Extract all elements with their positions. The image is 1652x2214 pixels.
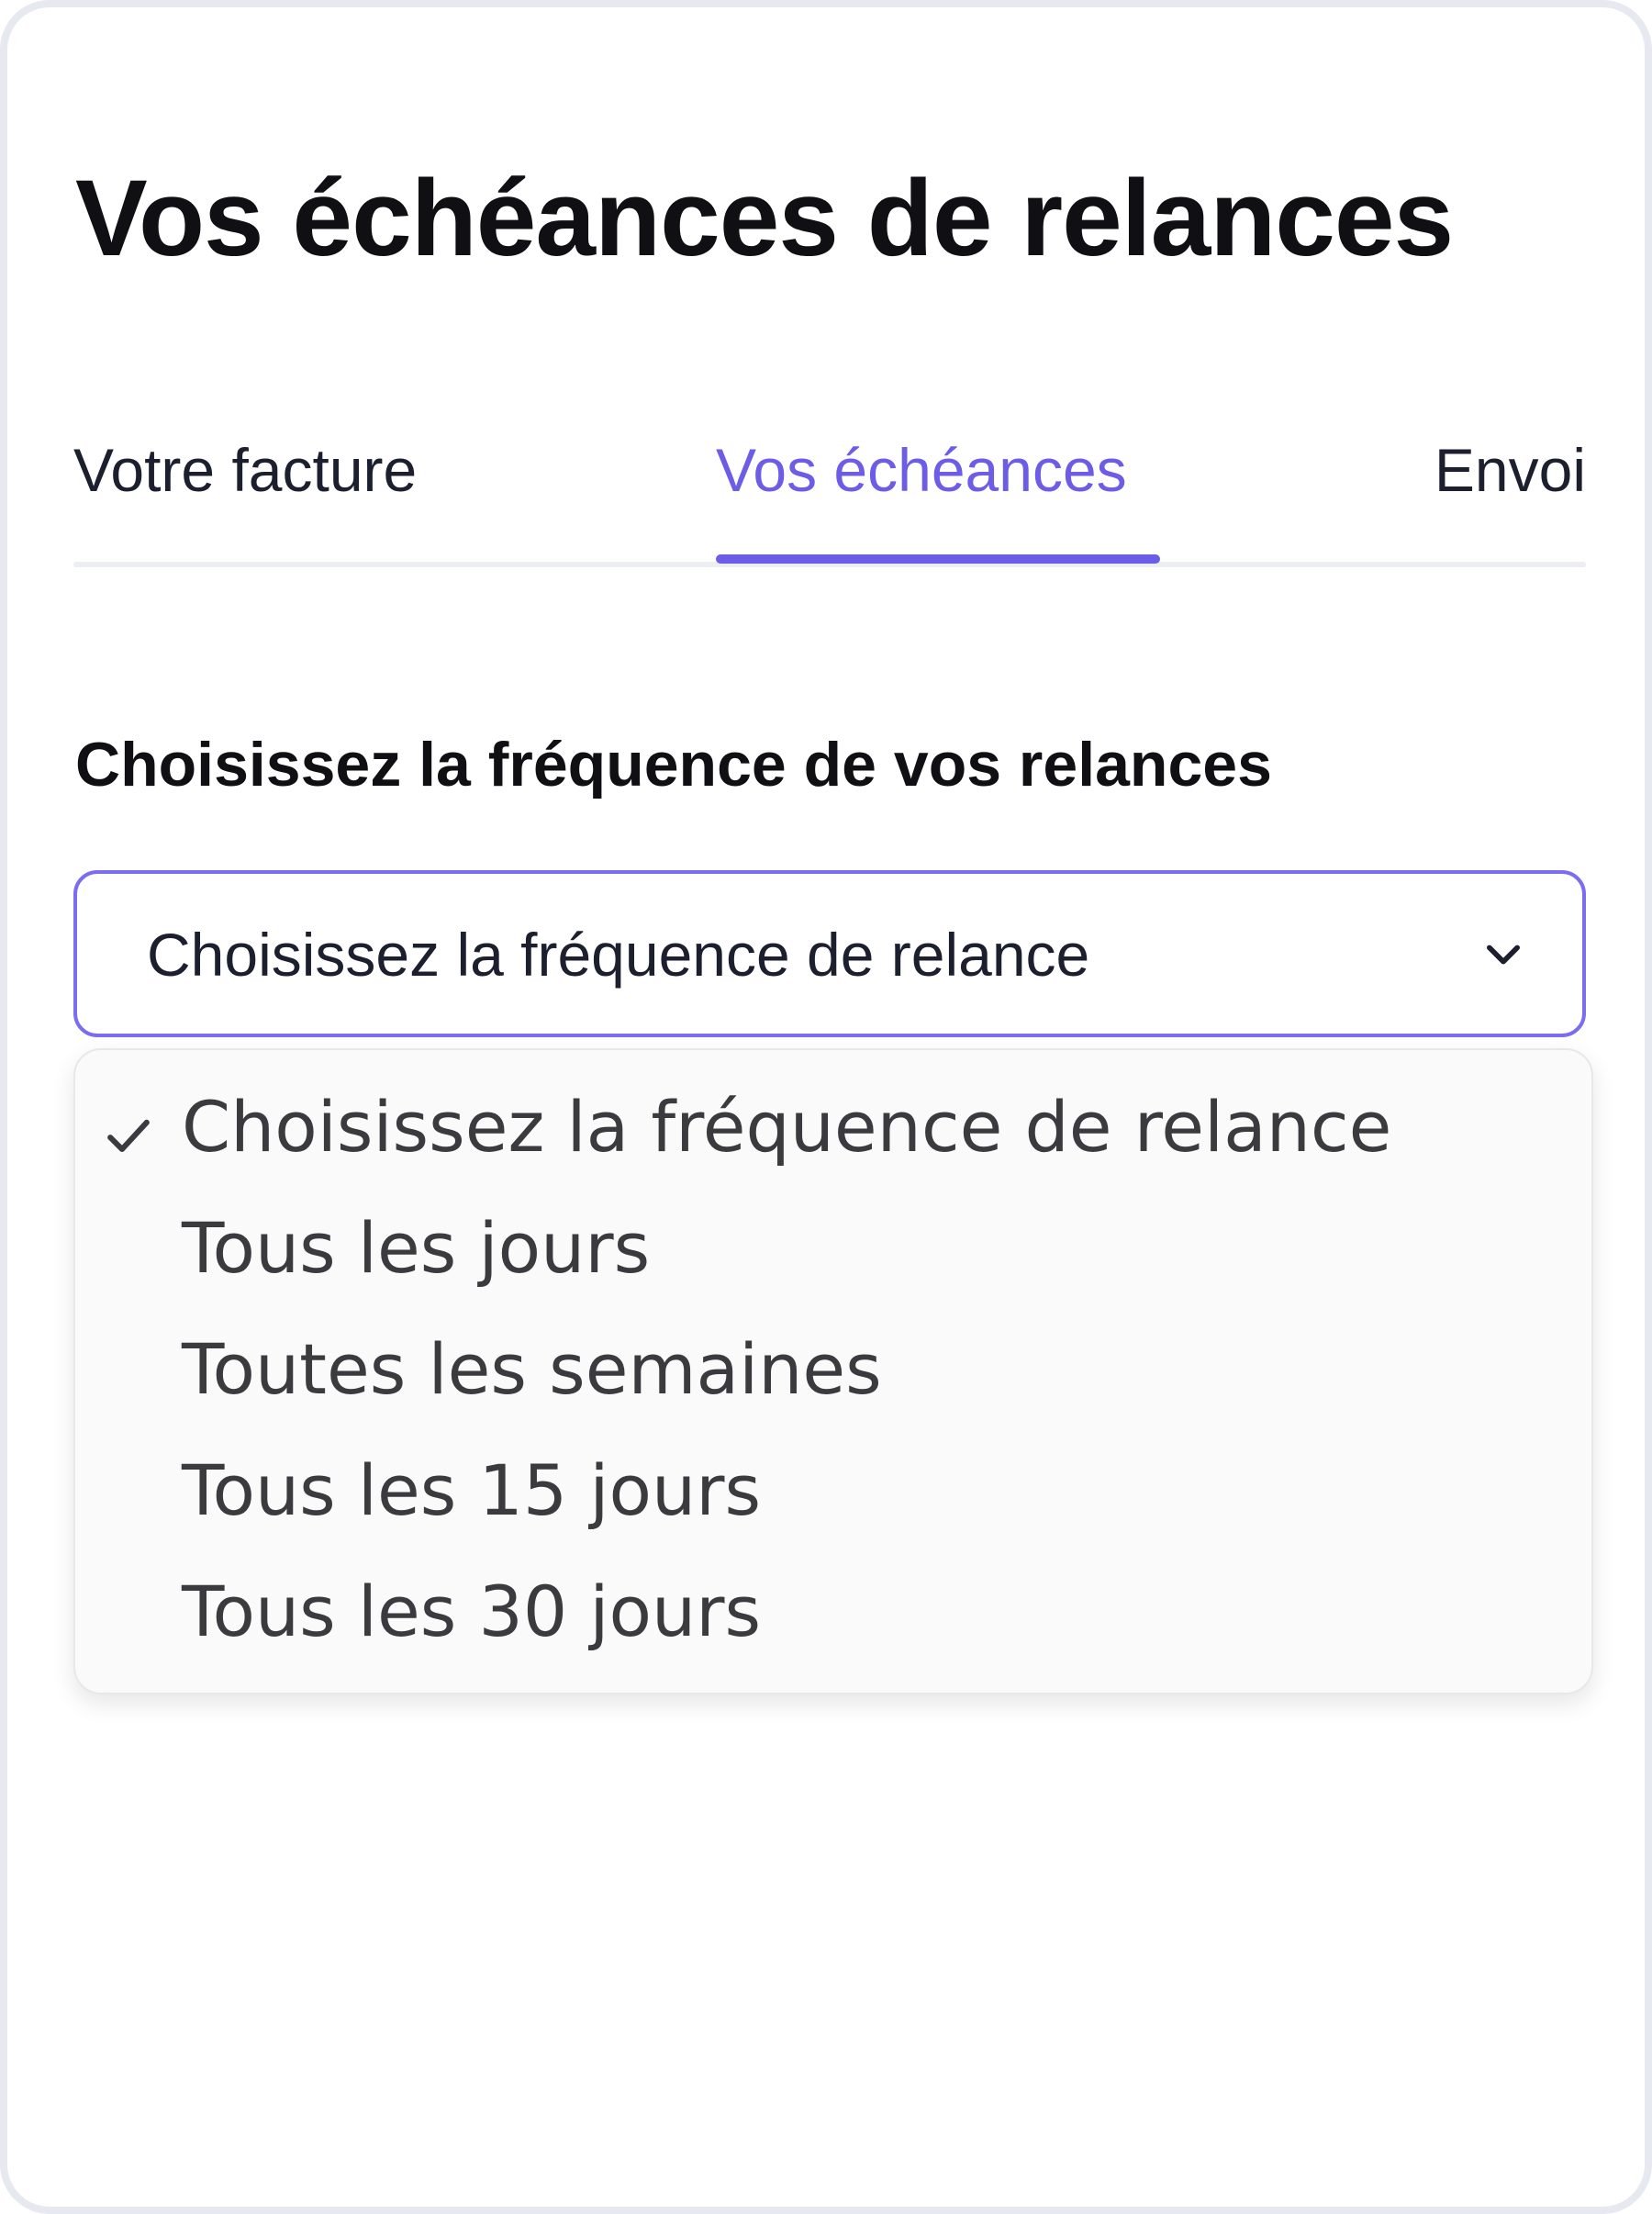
- option-label: Choisissez la fréquence de relance: [182, 1086, 1392, 1168]
- frequency-select-value: Choisissez la fréquence de relance: [147, 921, 1090, 989]
- option-tous-les-30-jours[interactable]: Tous les 30 jours: [75, 1549, 1591, 1671]
- tab-vos-echeances[interactable]: Vos échéances: [716, 433, 1127, 507]
- option-toutes-les-semaines[interactable]: Toutes les semaines: [75, 1307, 1591, 1428]
- check-icon: [107, 1119, 150, 1153]
- tab-envoi[interactable]: Envoi: [1434, 433, 1586, 507]
- option-label: Tous les jours: [182, 1207, 651, 1289]
- option-label: Tous les 30 jours: [182, 1571, 762, 1652]
- page-title: Vos échéances de relances: [75, 158, 1454, 279]
- option-tous-les-jours[interactable]: Tous les jours: [75, 1186, 1591, 1307]
- option-default[interactable]: Choisissez la fréquence de relance: [75, 1065, 1591, 1186]
- option-label: Tous les 15 jours: [182, 1449, 762, 1531]
- chevron-down-icon: [1487, 945, 1520, 965]
- frequency-select[interactable]: Choisissez la fréquence de relance: [73, 870, 1586, 1037]
- app-frame: Vos échéances de relances Votre facture …: [0, 0, 1652, 2214]
- option-tous-les-15-jours[interactable]: Tous les 15 jours: [75, 1428, 1591, 1549]
- tab-votre-facture[interactable]: Votre facture: [73, 433, 417, 507]
- frequency-dropdown-menu: Choisissez la fréquence de relance Tous …: [73, 1048, 1593, 1694]
- tab-bar: Votre facture Vos échéances Envoi: [73, 411, 1586, 567]
- frequency-section-label: Choisissez la fréquence de vos relances: [75, 730, 1272, 800]
- option-label: Toutes les semaines: [182, 1328, 882, 1410]
- active-tab-indicator: [716, 554, 1160, 564]
